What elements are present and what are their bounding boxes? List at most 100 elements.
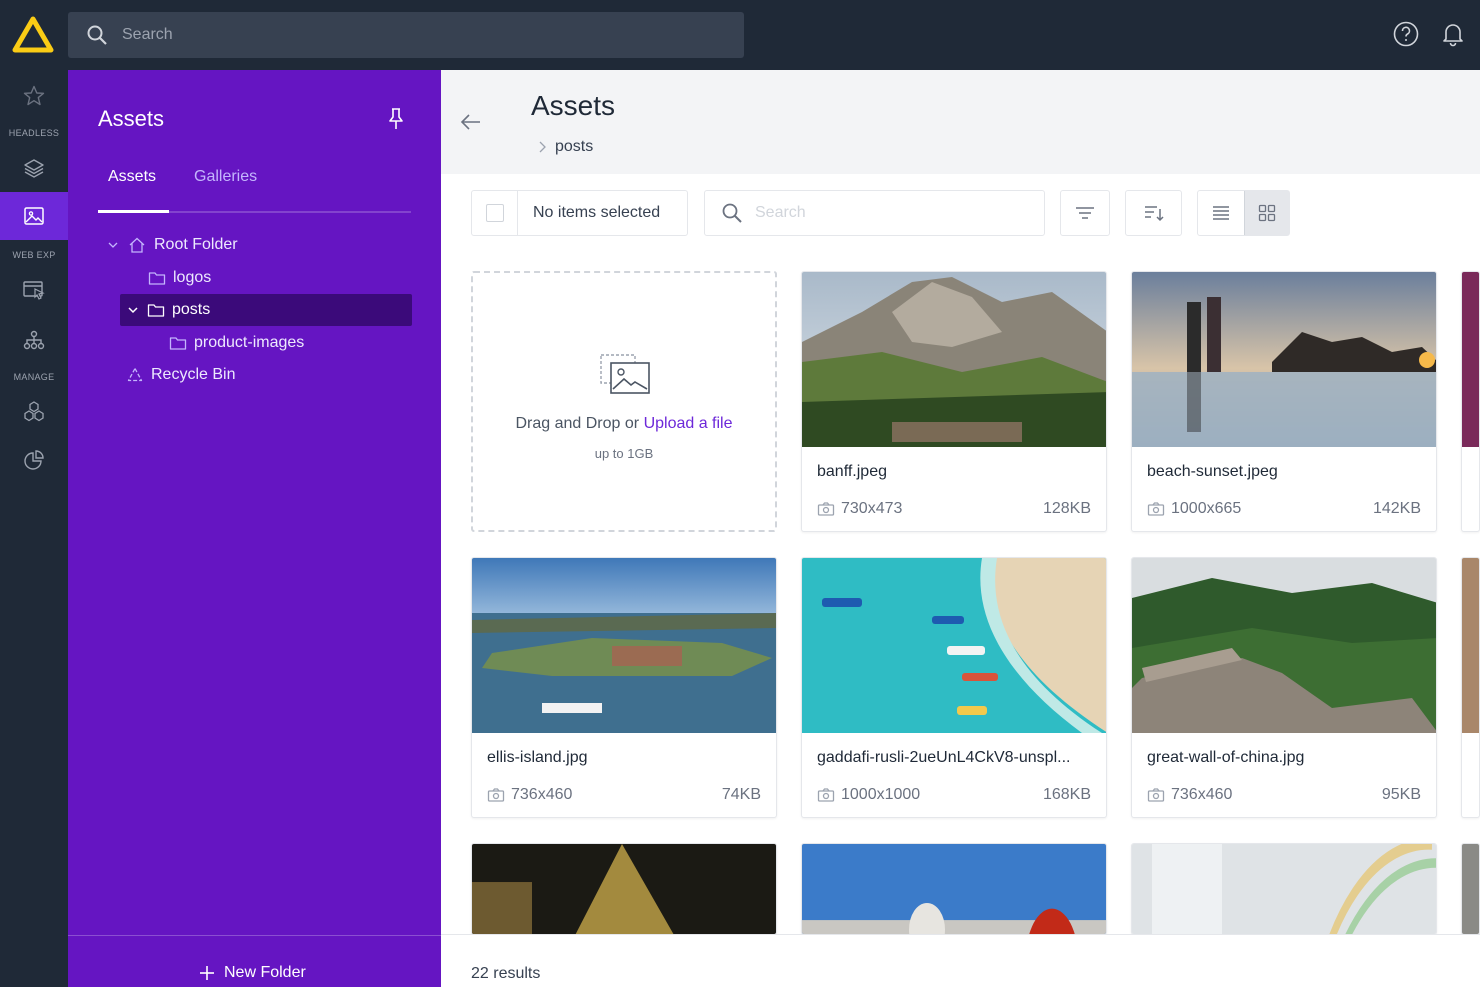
breadcrumb: posts [537,138,593,156]
grid-view-button[interactable] [1243,191,1289,235]
asset-thumbnail [1132,558,1436,733]
view-toggle [1197,190,1290,236]
logo-icon[interactable] [12,16,54,54]
selection-status: No items selected [533,204,661,221]
tree-footer-divider [68,935,441,936]
asset-size: 95KB [1381,786,1421,803]
tree-node-recycle-bin[interactable]: Recycle Bin [126,360,406,390]
asset-thumbnail [802,844,1106,934]
asset-thumbnail [802,272,1106,447]
asset-size: 128KB [1042,500,1091,517]
asset-dimensions-value: 1000x1000 [841,786,921,803]
tree-node-posts[interactable]: posts [120,294,412,326]
upload-text: Drag and Drop or [515,415,640,432]
sort-icon [1144,206,1164,222]
folder-icon [148,272,166,285]
main-content: Assets posts No items selected Search Dr… [441,70,1480,987]
rail-item-sitemap[interactable] [0,316,68,364]
asset-thumbnail [472,844,776,934]
asset-card[interactable]: banff.jpeg 730x473 128KB [801,271,1107,532]
filter-button[interactable] [1060,190,1110,236]
camera-icon [1147,502,1165,516]
filter-icon [1076,207,1094,219]
selection-control: No items selected [471,190,688,236]
recycle-icon [127,367,143,382]
page-title: Assets [531,90,616,121]
sort-button[interactable] [1125,190,1182,236]
asset-card[interactable]: beach-sunset.jpeg 1000x665 142KB [1131,271,1437,532]
tree-node-label: product-images [194,334,305,351]
bell-icon[interactable] [1439,20,1467,48]
web-page-icon [23,281,45,300]
rail-item-content[interactable] [0,144,68,192]
rail-item-pages[interactable] [0,266,68,314]
asset-card-partial[interactable] [1461,843,1480,935]
tab-assets[interactable]: Assets [108,168,156,186]
asset-size: 168KB [1042,786,1091,803]
tree-node-label: Root Folder [154,236,238,253]
upload-dropzone[interactable]: Drag and Drop or Upload a file up to 1GB [471,271,777,532]
tree-node-logos[interactable]: logos [148,263,406,293]
camera-icon [817,788,835,802]
new-folder-button[interactable]: New Folder [198,964,306,982]
asset-card[interactable] [471,843,777,935]
asset-card-partial[interactable] [1461,557,1480,818]
rail-item-assets[interactable] [0,192,68,240]
select-all-checkbox[interactable] [472,191,518,235]
grid-icon [1258,204,1275,222]
global-search-placeholder: Search [122,26,173,43]
asset-card[interactable]: great-wall-of-china.jpg 736x460 95KB [1131,557,1437,818]
help-icon[interactable] [1392,20,1420,48]
asset-dimensions: 1000x665 [1147,500,1241,518]
results-count: 22 results [471,965,541,982]
asset-thumbnail [1462,272,1479,447]
chevron-right-icon [539,141,546,153]
asset-dimensions-value: 1000x665 [1171,500,1242,517]
rail-item-objects[interactable] [0,388,68,436]
asset-filename: banff.jpeg [817,463,887,480]
asset-card[interactable]: gaddafi-rusli-2ueUnL4CkV8-unspl... 1000x… [801,557,1107,818]
asset-dimensions-value: 736x460 [1171,786,1233,803]
breadcrumb-item[interactable]: posts [555,138,593,156]
back-arrow-icon[interactable] [459,112,483,132]
tree-node-root-folder[interactable]: Root Folder [106,230,406,260]
nav-rail: HEADLESS WEB EXP MANAGE [0,70,68,987]
rail-section-web-exp: WEB EXP [12,250,56,260]
pin-icon[interactable] [386,106,406,132]
search-icon [722,203,742,223]
layers-icon [24,159,44,178]
image-icon [24,207,44,225]
rail-item-favorites[interactable] [0,72,68,120]
chevron-down-icon[interactable] [126,303,140,317]
tree-node-product-images[interactable]: product-images [169,328,406,358]
asset-dimensions-value: 730x473 [841,500,903,517]
star-icon [23,85,45,106]
asset-filename: gaddafi-rusli-2ueUnL4CkV8-unspl... [817,749,1071,766]
asset-card[interactable] [801,843,1107,935]
folder-icon [169,337,187,350]
tab-galleries[interactable]: Galleries [194,168,257,186]
tree-node-label: posts [172,301,211,318]
asset-card-partial[interactable] [1461,271,1480,532]
chevron-down-icon[interactable] [106,238,120,252]
new-folder-label: New Folder [224,964,306,981]
sitemap-icon [23,330,45,350]
search-icon [87,25,107,45]
camera-icon [817,502,835,516]
asset-card[interactable] [1131,843,1437,935]
asset-thumbnail [1462,844,1479,934]
asset-size: 142KB [1372,500,1421,517]
tree-node-label: Recycle Bin [151,366,236,383]
upload-file-link[interactable]: Upload a file [644,415,733,432]
global-search-input[interactable]: Search [68,12,744,58]
asset-thumbnail [1462,558,1479,733]
home-icon [129,237,145,253]
list-view-button[interactable] [1198,191,1244,235]
rail-section-headless: HEADLESS [8,128,60,138]
asset-search-input[interactable]: Search [704,190,1045,236]
top-bar: Search [0,0,1480,70]
asset-dimensions: 736x460 [487,786,572,804]
rail-item-reports[interactable] [0,436,68,484]
asset-card[interactable]: ellis-island.jpg 736x460 74KB [471,557,777,818]
results-footer: 22 results [441,934,1480,987]
